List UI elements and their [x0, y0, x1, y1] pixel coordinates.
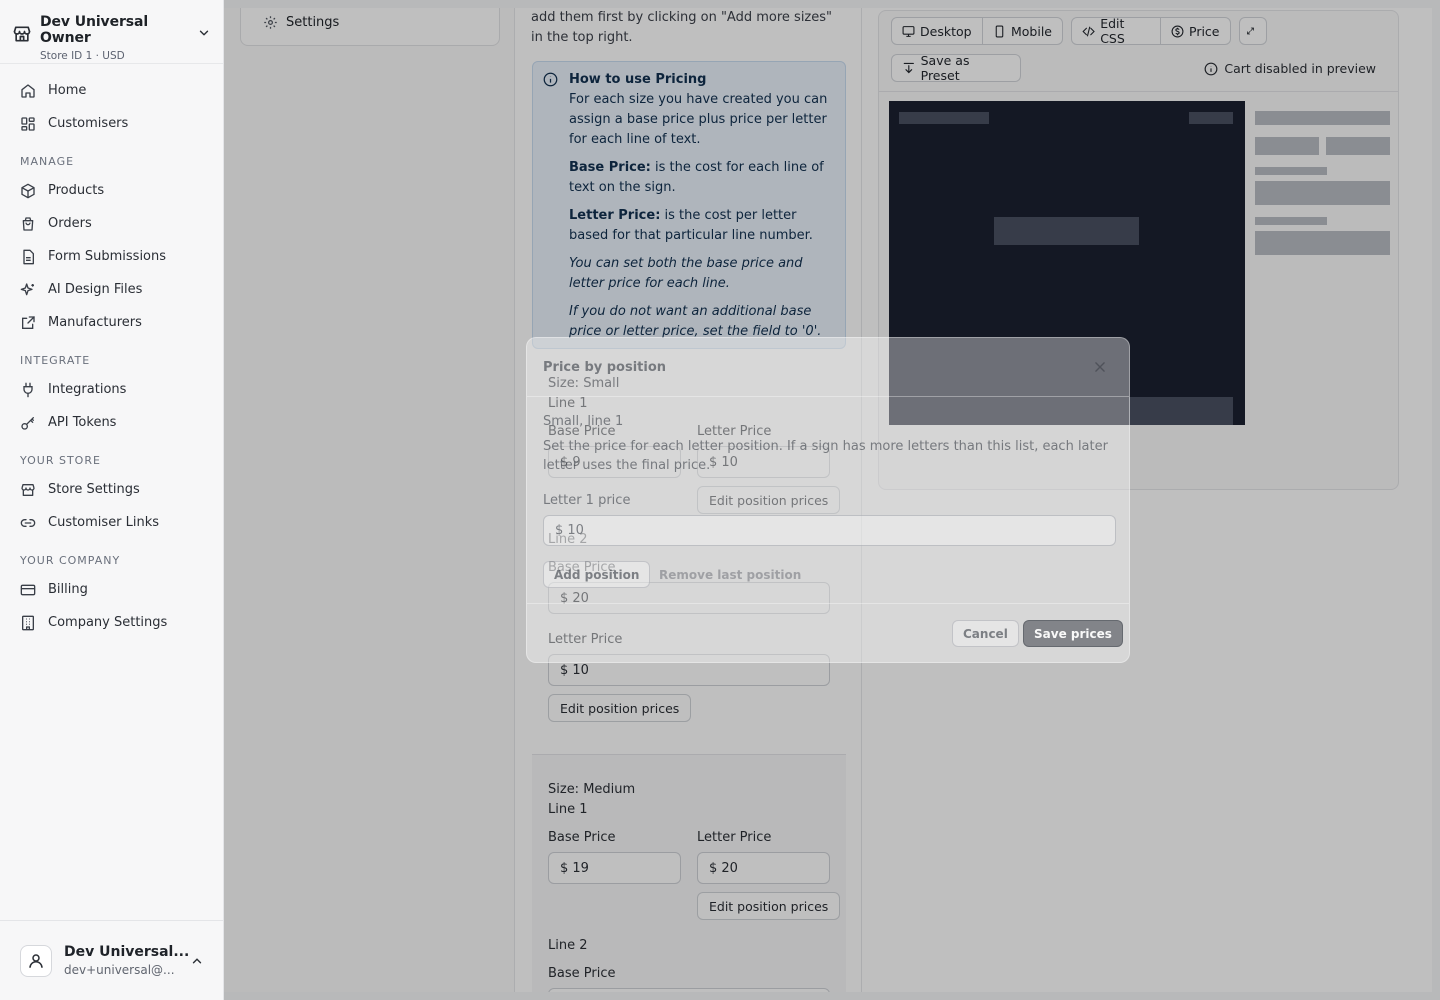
card-icon: [20, 582, 36, 598]
external-link-icon: [20, 315, 36, 331]
store-name: Dev Universal Owner: [40, 14, 149, 46]
sidebar-item-label: Billing: [48, 582, 88, 597]
store-switcher[interactable]: Dev Universal Owner Store ID 1 · USD: [0, 0, 223, 64]
sidebar-item-label: Form Submissions: [48, 249, 167, 264]
sidebar-item-label: Home: [48, 83, 87, 98]
sidebar-item-orders[interactable]: Orders: [12, 207, 211, 240]
modal-title: Price by position: [543, 360, 667, 375]
avatar: [20, 944, 52, 977]
sidebar-item-label: Customisers: [48, 116, 129, 131]
key-icon: [20, 415, 36, 431]
cancel-button[interactable]: Cancel: [952, 620, 1019, 647]
user-name: Dev Universal...: [64, 944, 190, 960]
sidebar-item-ai-design-files[interactable]: AI Design Files: [12, 273, 211, 306]
sidebar-item-customiser-links[interactable]: Customiser Links: [12, 506, 211, 539]
modal-divider: [527, 396, 1129, 397]
store-meta: Store ID 1 · USD: [40, 50, 125, 62]
sidebar-item-label: Products: [48, 183, 105, 198]
sidebar-item-label: Integrations: [48, 382, 127, 397]
sidebar-nav: Home Customisers MANAGE Products Orders …: [0, 64, 223, 647]
chevron-up-icon: [192, 957, 202, 963]
plug-icon: [20, 382, 36, 398]
sidebar-item-label: Orders: [48, 216, 92, 231]
remove-last-position-button[interactable]: Remove last position: [649, 561, 811, 588]
sidebar-item-label: API Tokens: [48, 415, 117, 430]
nav-group-title: YOUR COMPANY: [20, 554, 121, 567]
modal-description: Set the price for each letter position. …: [543, 439, 1108, 473]
bag-icon: [20, 216, 36, 232]
box-icon: [20, 183, 36, 199]
sidebar-item-label: AI Design Files: [48, 282, 143, 297]
sidebar-item-billing[interactable]: Billing: [12, 573, 211, 606]
file-icon: [20, 249, 36, 265]
store-icon: [12, 24, 32, 44]
sidebar-item-label: Company Settings: [48, 615, 168, 630]
sidebar-item-form-submissions[interactable]: Form Submissions: [12, 240, 211, 273]
modal-divider: [527, 603, 1129, 604]
sidebar-item-api-tokens[interactable]: API Tokens: [12, 406, 211, 439]
nav-group-title: MANAGE: [20, 155, 75, 168]
link-icon: [20, 515, 36, 531]
sidebar-item-integrations[interactable]: Integrations: [12, 373, 211, 406]
user-icon: [29, 953, 43, 968]
user-email: dev+universal@...: [64, 963, 175, 977]
sidebar-item-customisers[interactable]: Customisers: [12, 107, 211, 140]
sidebar: Dev Universal Owner Store ID 1 · USD Hom…: [0, 0, 224, 1000]
letter-position-input[interactable]: $ 10: [543, 515, 1116, 546]
building-icon: [20, 615, 36, 631]
chevron-down-icon: [197, 26, 211, 40]
letter-price-label: Letter 1 price: [543, 493, 631, 508]
grid-icon: [20, 116, 36, 132]
user-menu[interactable]: Dev Universal... dev+universal@...: [0, 920, 224, 1000]
modal-subtitle: Small, line 1: [543, 414, 624, 429]
add-position-button[interactable]: Add position: [543, 561, 651, 588]
nav-group-title: YOUR STORE: [20, 454, 101, 467]
sparkles-icon: [20, 282, 36, 298]
nav-group-title: INTEGRATE: [20, 354, 91, 367]
sidebar-item-label: Store Settings: [48, 482, 140, 497]
sidebar-item-company-settings[interactable]: Company Settings: [12, 606, 211, 639]
sidebar-item-label: Customiser Links: [48, 515, 160, 530]
sidebar-item-label: Manufacturers: [48, 315, 142, 330]
home-icon: [20, 83, 36, 99]
sidebar-item-products[interactable]: Products: [12, 174, 211, 207]
save-prices-button[interactable]: Save prices: [1023, 620, 1123, 647]
close-icon[interactable]: [1093, 360, 1107, 378]
sidebar-item-store-settings[interactable]: Store Settings: [12, 473, 211, 506]
store-icon: [20, 482, 36, 498]
sidebar-item-manufacturers[interactable]: Manufacturers: [12, 306, 211, 339]
price-by-position-modal: Price by position Small, line 1 Set the …: [526, 337, 1130, 663]
sidebar-item-home[interactable]: Home: [12, 74, 211, 107]
